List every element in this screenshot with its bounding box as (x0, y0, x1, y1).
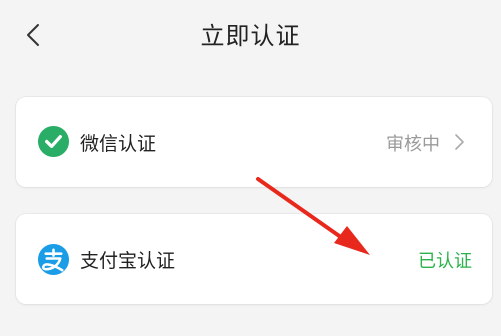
wechat-icon (37, 126, 70, 158)
wechat-verification-item[interactable]: 微信认证 审核中 (16, 97, 492, 187)
wechat-status-text: 审核中 (386, 134, 440, 155)
top-bar: 立即认证 (0, 0, 501, 70)
chevron-right-icon (455, 134, 464, 150)
alipay-icon (37, 243, 70, 276)
alipay-verification-label: 支付宝认证 (80, 250, 176, 272)
page-title: 立即认证 (200, 22, 301, 50)
alipay-verification-item[interactable]: 支付宝认证 已认证 (16, 214, 492, 304)
alipay-status-text: 已认证 (418, 251, 472, 272)
wechat-verification-label: 微信认证 (80, 133, 157, 155)
